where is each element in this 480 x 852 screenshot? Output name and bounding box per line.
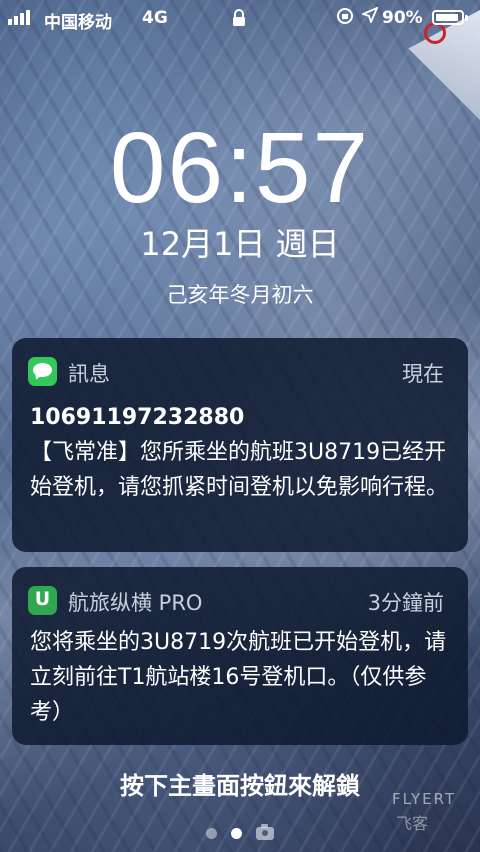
page-dot: [206, 828, 217, 839]
status-bar: 中国移动 4G 90%: [0, 0, 480, 36]
notification-time: 現在: [402, 362, 444, 386]
hanglv-app-icon: U: [28, 586, 57, 615]
notification-header: U 航旅纵横 PRO 3分鐘前: [12, 567, 468, 627]
notification-content: 10691197232880 【飞常准】您所乘坐的航班3U8719已经开始登机，…: [30, 400, 452, 505]
notification-time: 3分鐘前: [367, 591, 444, 615]
battery-cap: [465, 15, 468, 21]
notification-content: 您将乘坐的3U8719次航班已开始登机，请立刻前往T1航站楼16号登机口。（仅供…: [30, 625, 452, 730]
location-icon: [360, 6, 379, 28]
page-indicator: [0, 824, 480, 840]
notification-header: 訊息 現在: [12, 338, 468, 398]
lock-icon: [232, 9, 246, 32]
lunar-date: 己亥年冬月初六: [166, 283, 314, 307]
network-type: 4G: [142, 8, 168, 28]
notification-message: 您将乘坐的3U8719次航班已开始登机，请立刻前往T1航站楼16号登机口。（仅供…: [30, 630, 447, 725]
notification-sender: 10691197232880: [30, 405, 245, 430]
notification-messages[interactable]: 訊息 現在 10691197232880 【飞常准】您所乘坐的航班3U8719已…: [12, 338, 468, 552]
battery-fill: [436, 14, 458, 21]
signal-icon: [8, 10, 30, 25]
page-dot-active: [231, 828, 242, 839]
notification-message: 【飞常准】您所乘坐的航班3U8719已经开始登机，请您抓紧时间登机以免影响行程。: [30, 440, 449, 500]
notification-hanglv[interactable]: U 航旅纵横 PRO 3分鐘前 您将乘坐的3U8719次航班已开始登机，请立刻前…: [12, 567, 468, 745]
battery-percent: 90%: [382, 8, 423, 28]
carrier-name: 中国移动: [44, 13, 112, 33]
notification-app-name: 訊息: [68, 362, 110, 386]
battery-icon: [432, 10, 464, 25]
camera-icon[interactable]: [256, 824, 274, 840]
notification-app-name: 航旅纵横 PRO: [68, 591, 203, 615]
messages-app-icon: [28, 357, 57, 386]
watermark: FLYERT: [392, 790, 457, 808]
lock-screen-date: 12月1日 週日: [140, 225, 340, 263]
lock-screen-time: 06:57: [109, 112, 371, 224]
orientation-lock-icon: [336, 7, 354, 30]
